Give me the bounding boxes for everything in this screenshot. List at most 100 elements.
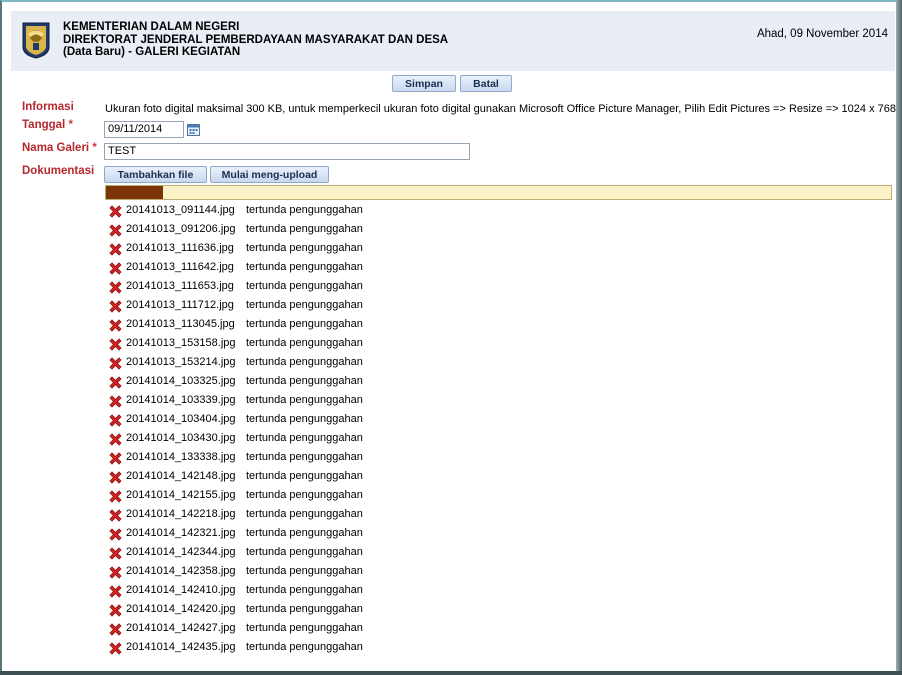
file-status: tertunda pengunggahan [246, 204, 363, 216]
required-mark: * [92, 142, 97, 154]
remove-file-icon[interactable] [108, 242, 123, 257]
add-file-button[interactable]: Tambahkan file [104, 166, 207, 183]
file-name: 20141014_103404.jpg [126, 413, 236, 425]
documentation-label: Dokumentasi [22, 165, 95, 177]
remove-file-icon[interactable] [108, 356, 123, 371]
remove-file-icon[interactable] [108, 432, 123, 447]
file-name: 20141014_142410.jpg [126, 584, 236, 596]
file-status: tertunda pengunggahan [246, 565, 363, 577]
file-name: 20141014_142218.jpg [126, 508, 236, 520]
remove-file-icon[interactable] [108, 470, 123, 485]
gallery-name-label-text: Nama Galeri [22, 142, 90, 154]
header-directorate: DIREKTORAT JENDERAL PEMBERDAYAAN MASYARA… [63, 33, 449, 46]
file-status: tertunda pengunggahan [246, 546, 363, 558]
file-name: 20141014_142358.jpg [126, 565, 236, 577]
remove-file-icon[interactable] [108, 299, 123, 314]
header-ministry: KEMENTERIAN DALAM NEGERI [63, 21, 240, 33]
gallery-name-input[interactable]: TEST [104, 143, 470, 160]
remove-file-icon[interactable] [108, 527, 123, 542]
file-status: tertunda pengunggahan [246, 584, 363, 596]
file-status: tertunda pengunggahan [246, 394, 363, 406]
remove-file-icon[interactable] [108, 584, 123, 599]
file-status: tertunda pengunggahan [246, 641, 363, 653]
file-status: tertunda pengunggahan [246, 470, 363, 482]
file-name: 20141014_103339.jpg [126, 394, 236, 406]
window-edge-bottom [0, 671, 902, 675]
header-date: Ahad, 09 November 2014 [756, 28, 888, 40]
file-status: tertunda pengunggahan [246, 261, 363, 273]
remove-file-icon[interactable] [108, 603, 123, 618]
file-name: 20141014_103430.jpg [126, 432, 236, 444]
file-name: 20141014_142427.jpg [126, 622, 236, 634]
remove-file-icon[interactable] [108, 622, 123, 637]
upload-progress-fill [106, 186, 164, 199]
remove-file-icon[interactable] [108, 318, 123, 333]
garuda-emblem-icon [22, 22, 50, 59]
remove-file-icon[interactable] [108, 337, 123, 352]
remove-file-icon[interactable] [108, 641, 123, 656]
file-status: tertunda pengunggahan [246, 337, 363, 349]
info-text: Ukuran foto digital maksimal 300 KB, unt… [105, 103, 902, 115]
remove-file-icon[interactable] [108, 508, 123, 523]
file-status: tertunda pengunggahan [246, 223, 363, 235]
remove-file-icon[interactable] [108, 546, 123, 561]
file-name: 20141013_111653.jpg [126, 280, 234, 292]
file-status: tertunda pengunggahan [246, 489, 363, 501]
remove-file-icon[interactable] [108, 565, 123, 580]
file-status: tertunda pengunggahan [246, 622, 363, 634]
remove-file-icon[interactable] [108, 223, 123, 238]
file-status: tertunda pengunggahan [246, 242, 363, 254]
header-titles: KEMENTERIAN DALAM NEGERI DIREKTORAT JEND… [63, 21, 448, 59]
file-name: 20141013_091144.jpg [126, 204, 235, 216]
date-input[interactable]: 09/11/2014 [104, 121, 184, 138]
file-status: tertunda pengunggahan [246, 356, 363, 368]
date-label-text: Tanggal [22, 119, 66, 131]
header-page-title: (Data Baru) - GALERI KEGIATAN [63, 46, 241, 58]
remove-file-icon[interactable] [108, 451, 123, 466]
file-name: 20141014_142420.jpg [126, 603, 236, 615]
page-frame: KEMENTERIAN DALAM NEGERI DIREKTORAT JEND… [0, 0, 902, 671]
calendar-icon[interactable] [187, 123, 200, 136]
remove-file-icon[interactable] [108, 489, 123, 504]
file-name: 20141014_103325.jpg [126, 375, 236, 387]
save-button[interactable]: Simpan [392, 75, 456, 92]
file-name: 20141014_142435.jpg [126, 641, 236, 653]
info-label: Informasi [22, 101, 74, 113]
window-edge-right [896, 0, 902, 675]
file-status: tertunda pengunggahan [246, 603, 363, 615]
file-status: tertunda pengunggahan [246, 413, 363, 425]
file-status: tertunda pengunggahan [246, 299, 363, 311]
upload-progress-bar [105, 185, 892, 200]
file-name: 20141013_111636.jpg [126, 242, 234, 254]
remove-file-icon[interactable] [108, 204, 123, 219]
file-name: 20141014_142155.jpg [126, 489, 236, 501]
file-name: 20141014_133338.jpg [126, 451, 236, 463]
file-status: tertunda pengunggahan [246, 451, 363, 463]
file-name: 20141013_111712.jpg [126, 299, 234, 311]
remove-file-icon[interactable] [108, 413, 123, 428]
remove-file-icon[interactable] [108, 261, 123, 276]
cancel-button[interactable]: Batal [460, 75, 512, 92]
file-status: tertunda pengunggahan [246, 280, 363, 292]
file-status: tertunda pengunggahan [246, 375, 363, 387]
required-mark: * [68, 119, 73, 131]
remove-file-icon[interactable] [108, 394, 123, 409]
gallery-name-label: Nama Galeri * [22, 142, 97, 154]
file-name: 20141014_142148.jpg [126, 470, 236, 482]
file-name: 20141013_153214.jpg [126, 356, 236, 368]
start-upload-button[interactable]: Mulai meng-upload [210, 166, 329, 183]
file-status: tertunda pengunggahan [246, 318, 363, 330]
file-status: tertunda pengunggahan [246, 508, 363, 520]
file-name: 20141013_091206.jpg [126, 223, 236, 235]
file-status: tertunda pengunggahan [246, 527, 363, 539]
page-header: KEMENTERIAN DALAM NEGERI DIREKTORAT JEND… [11, 11, 895, 71]
file-name: 20141014_142344.jpg [126, 546, 236, 558]
file-name: 20141013_113045.jpg [126, 318, 235, 330]
file-name: 20141013_153158.jpg [126, 337, 236, 349]
file-name: 20141014_142321.jpg [126, 527, 236, 539]
remove-file-icon[interactable] [108, 375, 123, 390]
file-status: tertunda pengunggahan [246, 432, 363, 444]
remove-file-icon[interactable] [108, 280, 123, 295]
file-name: 20141013_111642.jpg [126, 261, 234, 273]
date-label: Tanggal * [22, 119, 73, 131]
